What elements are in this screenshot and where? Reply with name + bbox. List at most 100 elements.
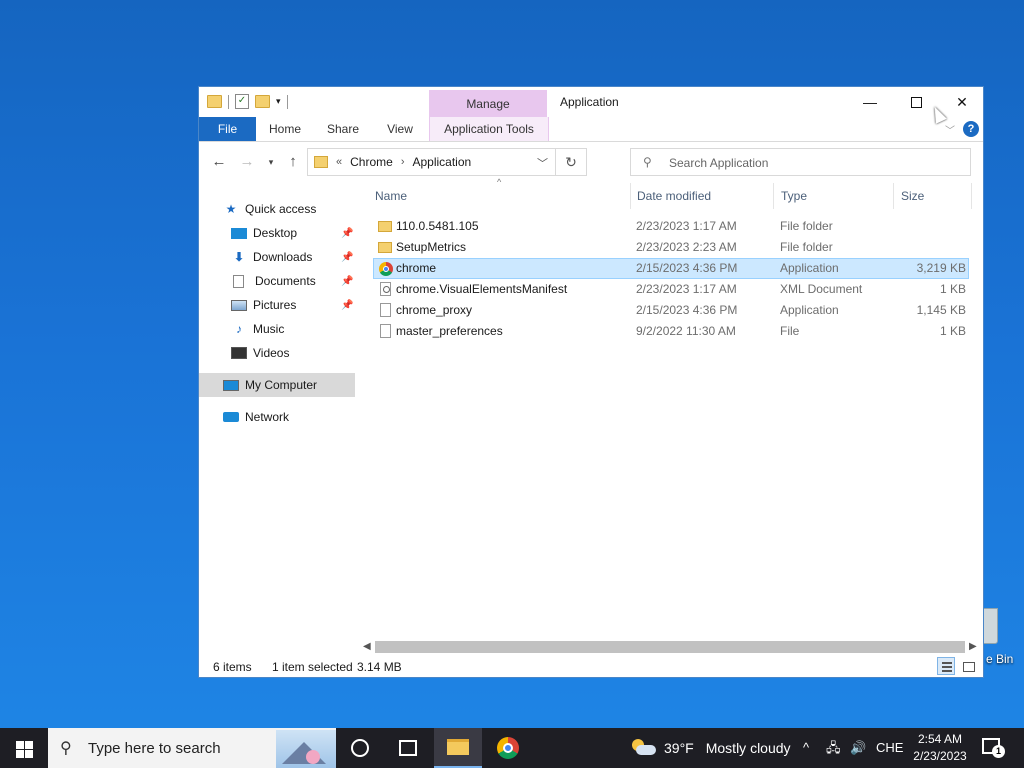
task-view-button[interactable]	[384, 728, 432, 768]
volume-icon[interactable]: 🔊	[850, 728, 866, 768]
nav-documents[interactable]: Documents 📌	[231, 269, 355, 293]
recent-locations-button[interactable]: ▾	[261, 152, 281, 172]
pin-icon[interactable]: 📌	[341, 228, 353, 239]
taskbar-search-placeholder: Type here to search	[88, 740, 221, 757]
nav-label: Videos	[253, 346, 290, 360]
address-overflow[interactable]: «	[336, 156, 342, 168]
scrollbar-thumb[interactable]	[375, 641, 965, 653]
tab-share[interactable]: Share	[321, 117, 365, 141]
manage-context-tab[interactable]: Manage	[429, 90, 547, 117]
file-date: 2/23/2023 1:17 AM	[636, 219, 737, 233]
forward-button[interactable]: →	[237, 152, 257, 172]
start-button[interactable]	[0, 728, 48, 768]
nav-downloads[interactable]: ⬇ Downloads 📌	[231, 245, 355, 269]
chrome-taskbar-button[interactable]	[484, 728, 532, 768]
customize-toolbar-icon[interactable]: ▾	[276, 96, 281, 107]
divider	[228, 94, 229, 109]
file-date: 2/23/2023 1:17 AM	[636, 282, 737, 296]
title-bar[interactable]: ✓ ▾ Manage Application — ✕	[199, 87, 983, 117]
address-bar[interactable]: « Chrome › Application ﹀ ↻	[307, 148, 587, 176]
tab-view[interactable]: View	[377, 117, 423, 141]
file-row[interactable]: SetupMetrics 2/23/2023 2:23 AM File fold…	[373, 237, 969, 258]
nav-network[interactable]: Network	[223, 405, 379, 429]
breadcrumb-application[interactable]: Application	[412, 155, 471, 169]
new-folder-icon[interactable]	[255, 95, 270, 108]
nav-desktop[interactable]: Desktop 📌	[231, 221, 355, 245]
file-name: chrome.VisualElementsManifest	[396, 282, 568, 296]
nav-label: Quick access	[245, 202, 317, 216]
divider[interactable]	[971, 183, 972, 209]
column-date-modified[interactable]: Date modified	[637, 183, 773, 209]
close-button[interactable]: ✕	[939, 87, 985, 117]
nav-label: Network	[245, 410, 290, 424]
back-button[interactable]: ←	[209, 152, 229, 172]
scroll-right-icon[interactable]: ▶	[969, 639, 977, 655]
refresh-button[interactable]: ↻	[555, 149, 586, 175]
notification-badge: 1	[992, 745, 1005, 758]
column-type[interactable]: Type	[781, 183, 893, 209]
pictures-icon	[231, 299, 247, 311]
action-center-icon[interactable]: 1	[982, 738, 1005, 758]
chevron-down-icon[interactable]: ﹀	[537, 155, 548, 171]
file-row[interactable]: master_preferences 9/2/2022 11:30 AM Fil…	[373, 321, 969, 342]
clock-date: 2/23/2023	[913, 749, 967, 763]
partly-cloudy-icon	[632, 739, 656, 757]
documents-icon	[233, 274, 244, 288]
file-type: XML Document	[780, 282, 863, 296]
input-language-indicator[interactable]: CHE	[876, 728, 903, 768]
pin-icon[interactable]: 📌	[341, 276, 353, 287]
file-type: File folder	[780, 219, 833, 233]
tab-application-tools[interactable]: Application Tools	[429, 117, 549, 141]
nav-music[interactable]: ♪ Music	[231, 317, 355, 341]
divider[interactable]	[630, 183, 631, 209]
maximize-icon	[910, 96, 922, 108]
cortana-button[interactable]	[336, 728, 384, 768]
task-view-icon	[399, 740, 417, 756]
nav-label: Music	[253, 322, 285, 336]
expand-ribbon-icon[interactable]: ﹀	[945, 122, 955, 137]
breadcrumb-separator[interactable]: ›	[401, 156, 405, 168]
search-input[interactable]	[667, 153, 961, 173]
file-row[interactable]: chrome_proxy 2/15/2023 4:36 PM Applicati…	[373, 300, 969, 321]
file-explorer-taskbar-button[interactable]	[434, 728, 482, 768]
search-box[interactable]: ⚲	[630, 148, 971, 176]
recycle-bin-label: e Bin	[986, 652, 1014, 666]
nav-videos[interactable]: Videos	[231, 341, 355, 365]
cortana-icon	[351, 739, 369, 757]
properties-icon[interactable]: ✓	[235, 94, 249, 109]
file-name: SetupMetrics	[396, 240, 467, 254]
weather-widget[interactable]: 39°F Mostly cloudy	[632, 728, 791, 768]
folder-icon	[207, 95, 222, 108]
nav-pictures[interactable]: Pictures 📌	[231, 293, 355, 317]
details-view-button[interactable]	[937, 657, 955, 675]
file-explorer-window: ✓ ▾ Manage Application — ✕ File Home Sha…	[198, 86, 984, 678]
nav-label: Pictures	[253, 298, 297, 312]
file-row[interactable]: 110.0.5481.105 2/23/2023 1:17 AM File fo…	[373, 216, 969, 237]
divider[interactable]	[773, 183, 774, 209]
tab-file[interactable]: File	[199, 117, 256, 141]
nav-quick-access[interactable]: ★ Quick access	[223, 197, 379, 221]
minimize-button[interactable]: —	[847, 87, 893, 117]
scroll-left-icon[interactable]: ◀	[363, 639, 371, 655]
file-row[interactable]: chrome 2/15/2023 4:36 PM Application 3,2…	[373, 258, 969, 279]
recycle-bin-icon[interactable]: e Bin	[978, 604, 1018, 666]
large-icons-view-button[interactable]	[959, 657, 977, 675]
pin-icon[interactable]: 📌	[341, 252, 353, 263]
taskbar-search[interactable]: ⚲ Type here to search	[48, 728, 336, 768]
file-explorer-icon	[447, 739, 469, 755]
up-button[interactable]: ↑	[283, 152, 303, 172]
show-hidden-icons-button[interactable]: ^	[803, 728, 809, 768]
pin-icon[interactable]: 📌	[341, 300, 353, 311]
help-icon[interactable]: ?	[963, 121, 979, 137]
breadcrumb-chrome[interactable]: Chrome	[350, 155, 393, 169]
file-row[interactable]: chrome.VisualElementsManifest 2/23/2023 …	[373, 279, 969, 300]
column-name[interactable]: Name	[375, 183, 630, 209]
column-size[interactable]: Size	[901, 183, 971, 209]
network-status-icon[interactable]: 🖧	[826, 728, 841, 768]
horizontal-scrollbar[interactable]: ◀ ▶	[359, 639, 981, 655]
divider[interactable]	[893, 183, 894, 209]
nav-my-computer[interactable]: My Computer	[199, 373, 355, 397]
nav-label: Documents	[255, 274, 316, 288]
tab-home[interactable]: Home	[261, 117, 309, 141]
system-clock[interactable]: 2:54 AM 2/23/2023	[904, 731, 976, 765]
